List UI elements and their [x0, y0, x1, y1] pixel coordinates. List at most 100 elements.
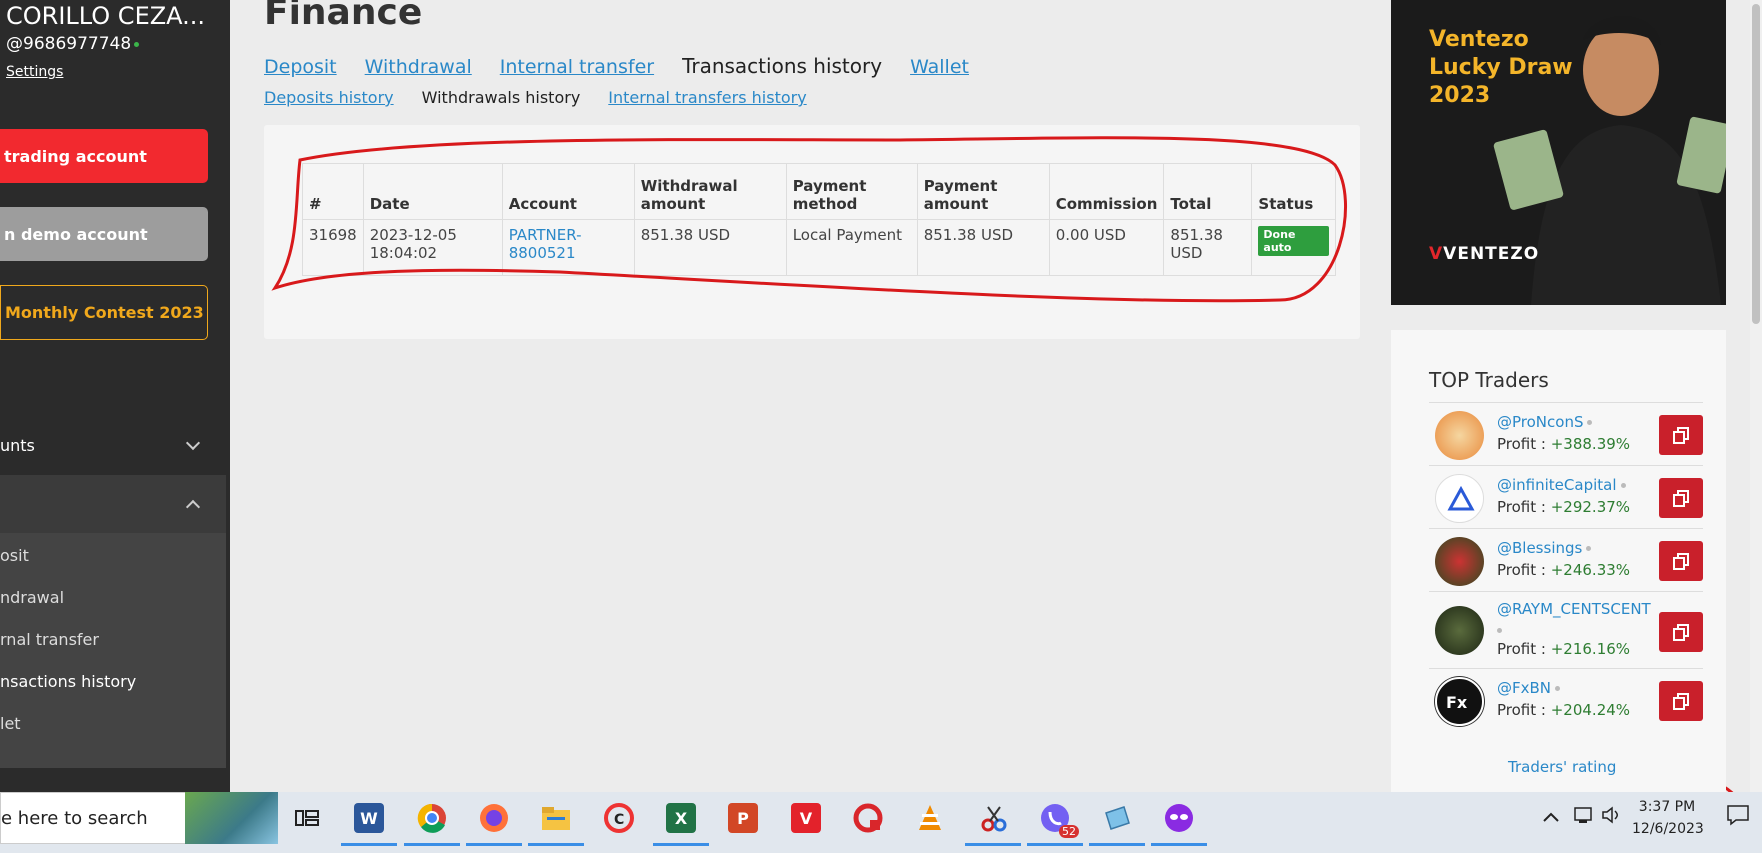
chevron-up-icon — [185, 499, 201, 514]
app-q-icon[interactable] — [848, 798, 888, 838]
page-scrollbar[interactable] — [1750, 0, 1762, 792]
mask-app-icon[interactable] — [1151, 798, 1207, 846]
taskbar-active-indicator — [965, 843, 1021, 846]
submenu-internal-transfer[interactable]: rnal transfer — [0, 630, 99, 649]
avatar[interactable] — [1435, 537, 1484, 586]
submenu-wallet[interactable]: let — [0, 714, 21, 733]
volume-icon[interactable] — [1601, 806, 1623, 828]
tab-transactions-history[interactable]: Transactions history — [682, 54, 882, 78]
task-view-icon[interactable] — [287, 798, 327, 838]
powerpoint-icon[interactable]: P — [723, 798, 763, 838]
user-handle: @9686977748 — [6, 34, 140, 54]
taskbar-clock[interactable]: 3:37 PM 12/6/2023 — [1632, 796, 1704, 840]
trader-name[interactable]: @Blessings — [1497, 539, 1592, 557]
taskbar-active-indicator — [404, 843, 460, 846]
vlc-icon[interactable] — [910, 798, 950, 838]
viber-icon[interactable]: 52 — [1027, 798, 1083, 846]
subtab-internal-transfers-history[interactable]: Internal transfers history — [608, 88, 806, 107]
row-withdrawal-amount: 851.38 USD — [633, 219, 787, 276]
row-payment-method: Local Payment — [785, 219, 918, 276]
trader-profit: Profit : +292.37% — [1497, 498, 1631, 516]
col-id-header: # — [302, 163, 364, 220]
offline-status-icon — [1555, 686, 1561, 691]
chrome-icon[interactable] — [404, 798, 460, 846]
trader-row: @ProNconS Profit : +388.39% — [1429, 402, 1703, 465]
notification-center-icon[interactable] — [1726, 804, 1750, 830]
offline-status-icon — [1587, 420, 1593, 425]
tab-internal-transfer[interactable]: Internal transfer — [500, 56, 654, 78]
col-total-header: Total — [1163, 163, 1253, 220]
copy-trader-button[interactable] — [1659, 415, 1703, 455]
row-date: 2023-12-05 18:04:02 — [362, 219, 503, 276]
firefox-icon[interactable] — [466, 798, 522, 846]
excel-icon[interactable]: X — [653, 798, 709, 846]
copy-trader-button[interactable] — [1659, 478, 1703, 518]
col-payment-amount-header: Payment amount — [916, 163, 1050, 220]
snipping-tool-icon[interactable] — [965, 798, 1021, 846]
trader-name[interactable]: @RAYM_CENTSCENT — [1497, 600, 1651, 618]
copy-trader-button[interactable] — [1659, 541, 1703, 581]
tab-deposit[interactable]: Deposit — [264, 56, 337, 78]
offline-status-icon — [1586, 546, 1592, 551]
tab-withdrawal[interactable]: Withdrawal — [365, 56, 472, 78]
avatar[interactable]: Fx — [1435, 677, 1484, 726]
taskbar-active-indicator — [1089, 843, 1145, 846]
avatar[interactable] — [1435, 474, 1484, 523]
col-date-header: Date — [362, 163, 503, 220]
submenu-deposit[interactable]: osit — [0, 546, 29, 565]
taskbar-active-indicator — [341, 843, 397, 846]
menu-accounts[interactable]: unts — [0, 430, 226, 460]
submenu-withdrawal[interactable]: ndrawal — [0, 588, 64, 607]
vivaldi-icon[interactable]: V — [786, 798, 826, 838]
trader-name[interactable]: @FxBN — [1497, 679, 1561, 697]
chevron-down-icon — [185, 435, 201, 450]
col-account-header: Account — [501, 163, 635, 220]
clock-date: 12/6/2023 — [1632, 821, 1704, 837]
table-row: 31698 2023-12-05 18:04:02 PARTNER-880052… — [302, 219, 1337, 276]
ad-banner[interactable]: Ventezo Lucky Draw 2023 VVENTEZO — [1391, 0, 1726, 305]
col-status-header: Status — [1251, 163, 1337, 220]
ad-brand-text: VENTEZO — [1443, 244, 1540, 264]
clock-time: 3:37 PM — [1638, 799, 1696, 815]
scrollbar-thumb[interactable] — [1752, 4, 1760, 324]
app-c-icon[interactable]: C — [599, 798, 639, 838]
word-icon[interactable]: W — [341, 798, 397, 846]
taskbar-active-indicator — [653, 843, 709, 846]
show-hidden-icons-chevron-icon[interactable] — [1543, 810, 1559, 826]
trader-profit: Profit : +216.16% — [1497, 640, 1631, 658]
taskbar-active-indicator — [1151, 843, 1207, 846]
trader-row: @Blessings Profit : +246.33% — [1429, 528, 1703, 591]
network-icon[interactable] — [1573, 806, 1593, 828]
traders-rating-link[interactable]: Traders' rating — [1508, 758, 1616, 776]
submenu-transactions-history[interactable]: nsactions history — [0, 672, 136, 691]
trader-row: @RAYM_CENTSCENT Profit : +216.16% — [1429, 591, 1703, 668]
top-traders-title: TOP Traders — [1429, 368, 1549, 392]
copy-trader-button[interactable] — [1659, 681, 1703, 721]
search-placeholder: e here to search — [1, 807, 148, 829]
avatar[interactable] — [1435, 606, 1484, 655]
subtab-withdrawals-history[interactable]: Withdrawals history — [422, 88, 581, 107]
settings-link[interactable]: Settings — [6, 64, 63, 80]
trader-name[interactable]: @infiniteCapital — [1497, 476, 1626, 494]
file-explorer-icon[interactable] — [528, 798, 584, 846]
open-trading-account-button[interactable]: trading account — [0, 129, 208, 183]
subtab-deposits-history[interactable]: Deposits history — [264, 88, 394, 107]
offline-status-row — [1497, 620, 1502, 639]
account-link[interactable]: PARTNER-8800521 — [509, 226, 582, 262]
notepad-icon[interactable] — [1089, 798, 1145, 846]
offline-status-icon — [1497, 628, 1502, 633]
avatar[interactable] — [1435, 411, 1484, 460]
col-payment-method-header: Payment method — [785, 163, 918, 220]
row-status: Done auto — [1251, 219, 1337, 276]
withdrawals-table: # Date Account Withdrawal amount Payment… — [302, 163, 1337, 276]
taskbar-active-indicator — [528, 843, 584, 846]
tab-wallet[interactable]: Wallet — [910, 56, 969, 78]
monthly-contest-button[interactable]: Monthly Contest 2023 — [0, 285, 208, 340]
menu-finance[interactable] — [0, 475, 226, 533]
svg-text:Fx: Fx — [1446, 693, 1468, 712]
status-badge: Done auto — [1258, 226, 1330, 256]
open-demo-account-button[interactable]: n demo account — [0, 207, 208, 261]
trader-name[interactable]: @ProNconS — [1497, 413, 1593, 431]
viber-notification-badge: 52 — [1059, 825, 1079, 838]
copy-trader-button[interactable] — [1659, 612, 1703, 652]
